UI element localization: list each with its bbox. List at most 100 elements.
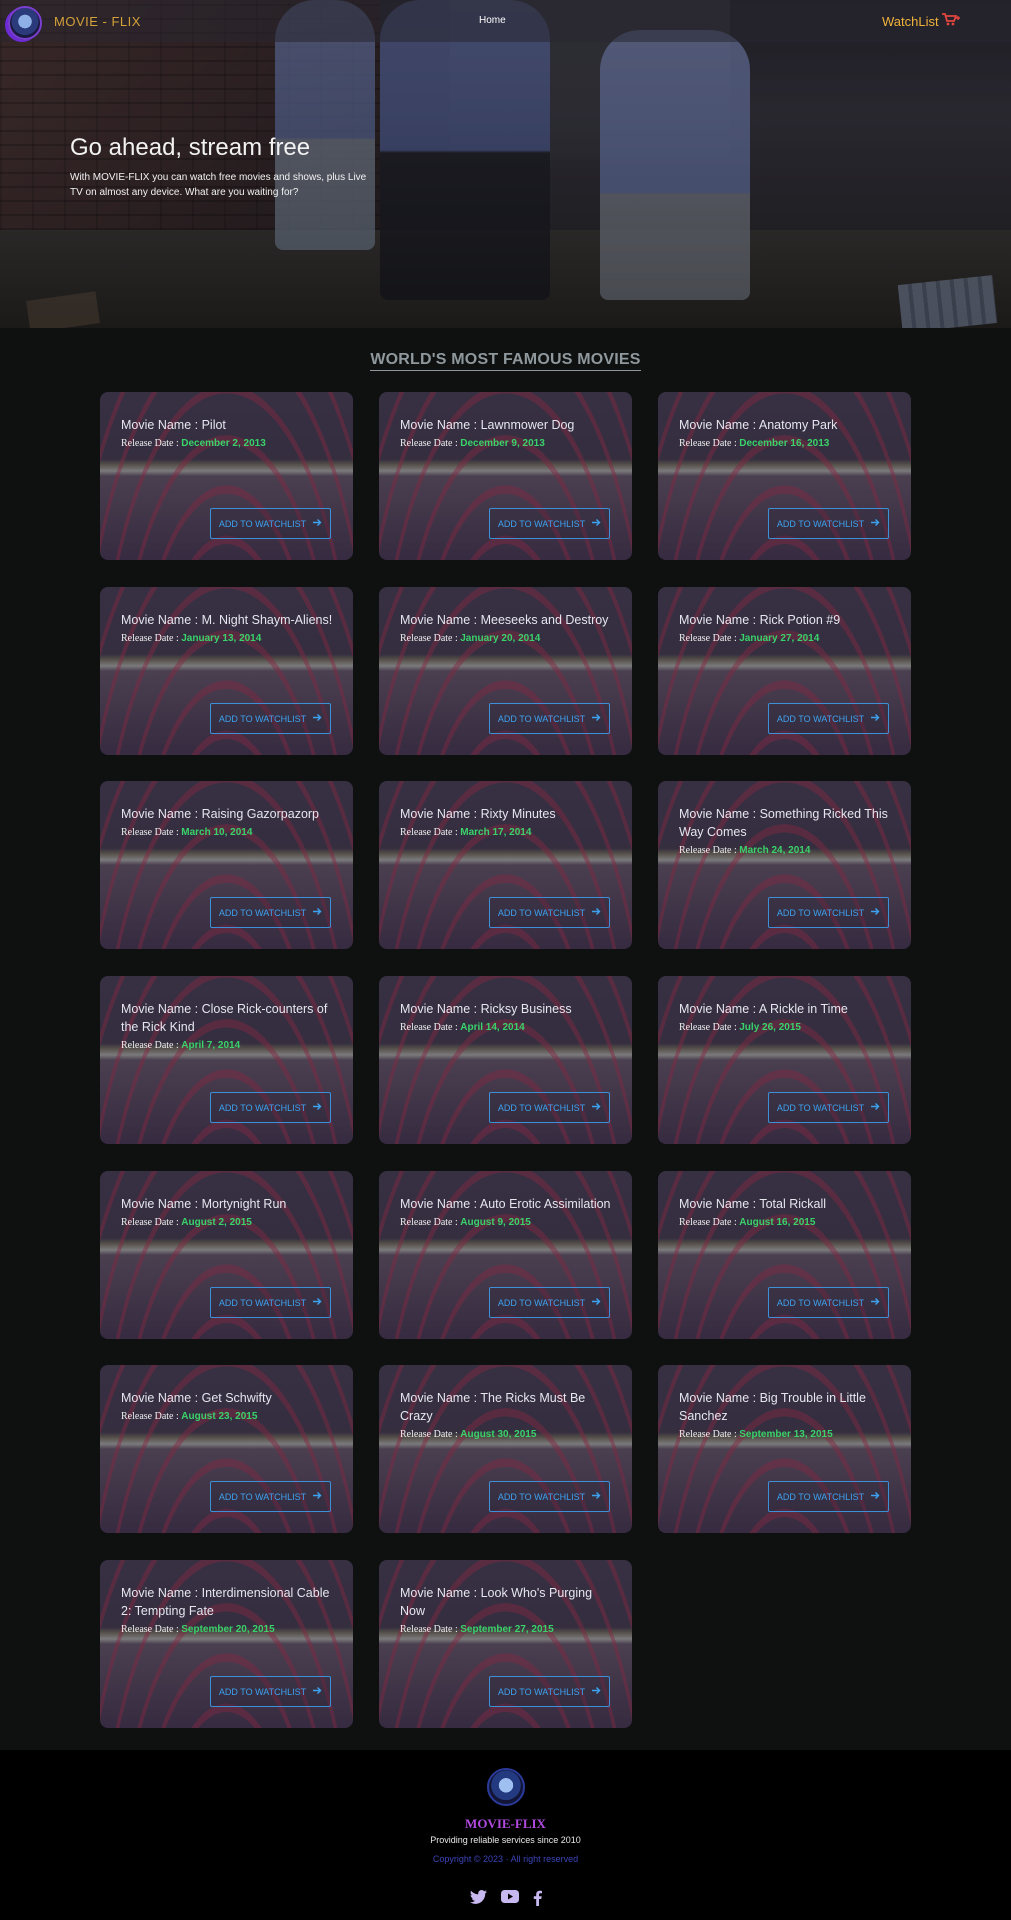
release-date: Release Date : July 26, 2015	[679, 1022, 801, 1033]
add-to-watchlist-button[interactable]: ADD TO WATCHLIST	[489, 897, 610, 928]
add-to-watchlist-button[interactable]: ADD TO WATCHLIST	[210, 508, 331, 539]
add-to-watchlist-label: ADD TO WATCHLIST	[218, 713, 307, 724]
arrow-right-icon	[592, 1297, 601, 1308]
movie-name: Movie Name : Rick Potion #9	[679, 611, 894, 629]
hero-title: Go ahead, stream free	[70, 134, 311, 161]
add-to-watchlist-button[interactable]: ADD TO WATCHLIST	[768, 1481, 889, 1512]
release-date-label: Release Date :	[121, 438, 182, 449]
movie-name: Movie Name : Something Ricked This Way C…	[679, 805, 894, 841]
cart-plus-icon	[941, 13, 960, 29]
release-date-value: April 7, 2014	[181, 1040, 241, 1051]
arrow-right-icon	[313, 1491, 322, 1502]
add-to-watchlist-label: ADD TO WATCHLIST	[497, 1297, 586, 1308]
brand-name[interactable]: MOVIE - FLIX	[54, 14, 141, 29]
add-to-watchlist-button[interactable]: ADD TO WATCHLIST	[210, 1481, 331, 1512]
release-date: Release Date : December 9, 2013	[400, 438, 545, 449]
release-date-value: August 2, 2015	[181, 1217, 252, 1228]
release-date: Release Date : August 9, 2015	[400, 1217, 531, 1228]
twitter-icon[interactable]	[470, 1890, 487, 1911]
movie-name-value: Mortynight Run	[201, 1197, 287, 1211]
arrow-right-icon	[592, 518, 601, 529]
movie-name-label: Movie Name :	[121, 1586, 202, 1600]
arrow-right-icon	[592, 907, 601, 918]
release-date-value: August 23, 2015	[181, 1411, 258, 1422]
hero-banner: Go ahead, stream free With MOVIE-FLIX yo…	[0, 0, 1011, 328]
arrow-right-icon	[871, 1297, 880, 1308]
social-links	[470, 1890, 542, 1911]
movie-card: Movie Name : Interdimensional Cable 2: T…	[100, 1560, 353, 1728]
movie-name: Movie Name : Interdimensional Cable 2: T…	[121, 1584, 336, 1620]
release-date-label: Release Date :	[121, 827, 182, 838]
add-to-watchlist-button[interactable]: ADD TO WATCHLIST	[768, 1092, 889, 1123]
release-date: Release Date : April 14, 2014	[400, 1022, 525, 1033]
movie-name-value: M. Night Shaym-Aliens!	[201, 613, 333, 627]
add-to-watchlist-label: ADD TO WATCHLIST	[497, 518, 586, 529]
add-to-watchlist-button[interactable]: ADD TO WATCHLIST	[489, 1481, 610, 1512]
arrow-right-icon	[313, 907, 322, 918]
watchlist-label: WatchList	[882, 13, 939, 29]
add-to-watchlist-button[interactable]: ADD TO WATCHLIST	[210, 897, 331, 928]
release-date-value: August 9, 2015	[460, 1217, 531, 1228]
movie-card: Movie Name : The Ricks Must Be Crazy Rele…	[379, 1365, 632, 1533]
movie-name-label: Movie Name :	[679, 613, 760, 627]
arrow-right-icon	[871, 518, 880, 529]
arrow-right-icon	[313, 518, 322, 529]
movie-name: Movie Name : Mortynight Run	[121, 1195, 336, 1213]
add-to-watchlist-button[interactable]: ADD TO WATCHLIST	[768, 1287, 889, 1318]
footer-brand: MOVIE-FLIX	[465, 1816, 546, 1831]
add-to-watchlist-label: ADD TO WATCHLIST	[776, 713, 865, 724]
navbar: MOVIE - FLIX Home WatchList	[0, 0, 1011, 42]
movie-name-label: Movie Name :	[121, 1002, 202, 1016]
arrow-right-icon	[592, 713, 601, 724]
release-date: Release Date : September 13, 2015	[679, 1429, 833, 1440]
release-date: Release Date : January 13, 2014	[121, 633, 261, 644]
add-to-watchlist-label: ADD TO WATCHLIST	[776, 1102, 865, 1113]
add-to-watchlist-button[interactable]: ADD TO WATCHLIST	[210, 1676, 331, 1707]
movie-card: Movie Name : A Rickle in Time Release Dat…	[658, 976, 911, 1144]
add-to-watchlist-label: ADD TO WATCHLIST	[497, 1686, 586, 1697]
release-date-label: Release Date :	[121, 1411, 182, 1422]
movie-card: Movie Name : M. Night Shaym-Aliens! Relea…	[100, 587, 353, 755]
arrow-right-icon	[592, 1686, 601, 1697]
youtube-icon[interactable]	[501, 1890, 519, 1911]
arrow-right-icon	[592, 1102, 601, 1113]
release-date-label: Release Date :	[400, 1624, 461, 1635]
movie-name-value: Ricksy Business	[480, 1002, 572, 1016]
release-date-label: Release Date :	[400, 633, 461, 644]
movie-name-label: Movie Name :	[121, 807, 202, 821]
release-date-value: March 17, 2014	[460, 827, 532, 838]
release-date: Release Date : March 10, 2014	[121, 827, 252, 838]
release-date-value: July 26, 2015	[739, 1022, 801, 1033]
add-to-watchlist-button[interactable]: ADD TO WATCHLIST	[768, 897, 889, 928]
add-to-watchlist-button[interactable]: ADD TO WATCHLIST	[489, 1287, 610, 1318]
add-to-watchlist-button[interactable]: ADD TO WATCHLIST	[768, 508, 889, 539]
movie-name: Movie Name : Auto Erotic Assimilation	[400, 1195, 615, 1213]
add-to-watchlist-button[interactable]: ADD TO WATCHLIST	[768, 703, 889, 734]
release-date-label: Release Date :	[679, 1429, 740, 1440]
movie-name-label: Movie Name :	[400, 1586, 481, 1600]
movie-card: Movie Name : Anatomy Park Release Date : …	[658, 392, 911, 560]
release-date: Release Date : March 24, 2014	[679, 845, 810, 856]
movie-name-value: A Rickle in Time	[758, 1002, 848, 1016]
logo-icon[interactable]	[8, 6, 42, 40]
add-to-watchlist-button[interactable]: ADD TO WATCHLIST	[210, 1287, 331, 1318]
facebook-icon[interactable]	[533, 1890, 542, 1911]
movie-name-label: Movie Name :	[400, 807, 481, 821]
release-date-value: March 24, 2014	[739, 845, 811, 856]
release-date-label: Release Date :	[400, 438, 461, 449]
release-date-value: December 9, 2013	[460, 438, 545, 449]
release-date-value: August 16, 2015	[739, 1217, 816, 1228]
arrow-right-icon	[313, 1102, 322, 1113]
nav-home-link[interactable]: Home	[479, 15, 506, 26]
release-date: Release Date : April 7, 2014	[121, 1040, 240, 1051]
movie-name: Movie Name : Get Schwifty	[121, 1389, 336, 1407]
add-to-watchlist-button[interactable]: ADD TO WATCHLIST	[489, 1676, 610, 1707]
release-date: Release Date : March 17, 2014	[400, 827, 531, 838]
movie-name: Movie Name : Total Rickall	[679, 1195, 894, 1213]
add-to-watchlist-button[interactable]: ADD TO WATCHLIST	[489, 1092, 610, 1123]
watchlist-link[interactable]: WatchList	[882, 13, 960, 29]
add-to-watchlist-button[interactable]: ADD TO WATCHLIST	[210, 703, 331, 734]
add-to-watchlist-button[interactable]: ADD TO WATCHLIST	[210, 1092, 331, 1123]
add-to-watchlist-button[interactable]: ADD TO WATCHLIST	[489, 703, 610, 734]
add-to-watchlist-button[interactable]: ADD TO WATCHLIST	[489, 508, 610, 539]
